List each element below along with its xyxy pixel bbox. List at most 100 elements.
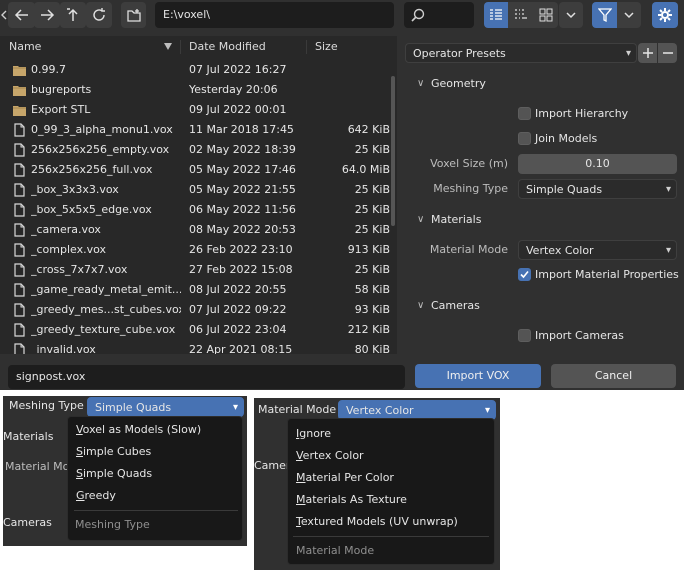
file-size: 25 KiB: [354, 203, 390, 216]
file-date: 08 May 2022 20:53: [189, 223, 296, 236]
material-mode-dropdown-open[interactable]: Vertex Color ▾: [338, 400, 496, 420]
checkmark-icon: [520, 270, 529, 279]
sort-triangle-icon: [164, 43, 172, 50]
file-row[interactable]: 0_99_3_alpha_monu1.vox 11 Mar 2018 17:45 6…: [0, 120, 394, 140]
import-material-properties-label: Import Material Properties: [535, 268, 679, 281]
file-icon: [14, 143, 25, 157]
file-date: 06 May 2022 11:56: [189, 203, 296, 216]
section-geometry[interactable]: ∨ Geometry: [397, 73, 684, 95]
file-row[interactable]: 256x256x256_full.vox 05 May 2022 17:46 64.…: [0, 160, 394, 180]
menu-item-label: imple Quads: [82, 467, 153, 480]
column-header-size[interactable]: Size: [306, 36, 386, 58]
back-arrow-icon[interactable]: [8, 2, 35, 28]
column-header-date[interactable]: Date Modified: [180, 36, 306, 58]
file-row[interactable]: _greedy_texture_cube.vox 06 Jul 2022 23:0…: [0, 320, 394, 340]
file-date: 26 Feb 2022 23:10: [189, 243, 293, 256]
file-row[interactable]: _complex.vox 26 Feb 2022 23:10 913 KiB: [0, 240, 394, 260]
vertical-list-icon[interactable]: [484, 2, 508, 28]
material-mode-label: Material Mod: [5, 460, 77, 473]
import-cameras-checkbox[interactable]: [518, 329, 531, 342]
menu-item-mnemonic: V: [76, 423, 83, 436]
parent-dir-icon[interactable]: [60, 2, 86, 28]
column-header-name[interactable]: Name: [0, 36, 180, 58]
menu-item[interactable]: Material Per Color: [296, 471, 394, 484]
menu-item[interactable]: Textured Models (UV unwrap): [296, 515, 458, 528]
import-cameras-label: Import Cameras: [535, 329, 624, 342]
chevron-down-icon: ∨: [417, 214, 425, 225]
file-date: 02 May 2022 18:39: [189, 143, 296, 156]
chevron-down-icon[interactable]: [559, 2, 583, 28]
scrollbar[interactable]: [391, 76, 395, 226]
file-browser-window: E:\voxel\ Name Date Modified Size 0.99.7…: [0, 0, 684, 390]
menu-item[interactable]: Voxel as Models (Slow): [76, 423, 201, 436]
file-icon: [14, 303, 25, 317]
thumbnails-icon[interactable]: [533, 2, 558, 28]
directory-path-field[interactable]: E:\voxel\: [155, 2, 394, 28]
gear-icon[interactable]: [652, 2, 678, 28]
filename-field[interactable]: signpost.vox: [8, 365, 405, 389]
import-material-properties-checkbox[interactable]: [518, 268, 531, 281]
menu-item-mnemonic: S: [76, 445, 83, 458]
forward-arrow-icon[interactable]: [34, 2, 60, 28]
file-icon: [14, 183, 25, 197]
import-hierarchy-checkbox[interactable]: [518, 107, 531, 120]
search-field[interactable]: [404, 2, 474, 28]
voxel-size-label: Voxel Size (m): [430, 157, 508, 170]
remove-preset-icon[interactable]: [658, 43, 677, 63]
material-mode-label: Material Mode: [258, 403, 337, 416]
folder-icon: [13, 66, 26, 76]
file-size: 58 KiB: [354, 283, 390, 296]
filter-options-chevron-icon[interactable]: [617, 2, 641, 28]
file-date: 06 Jul 2022 23:04: [189, 323, 287, 336]
file-date: 07 Jul 2022 09:22: [189, 303, 287, 316]
add-preset-icon[interactable]: [638, 43, 657, 63]
menu-hint: Material Mode: [296, 544, 375, 557]
menu-item[interactable]: Simple Quads: [76, 467, 152, 480]
section-cameras[interactable]: ∨ Cameras: [397, 295, 684, 317]
file-row[interactable]: _cross_7x7x7.vox 27 Feb 2022 15:08 25 KiB: [0, 260, 394, 280]
material-mode-menu: Ignore Vertex Color Material Per Color Mate…: [287, 418, 495, 565]
file-row[interactable]: _game_ready_metal_emit.... 08 Jul 2022 20…: [0, 280, 394, 300]
join-models-checkbox[interactable]: [518, 132, 531, 145]
file-row[interactable]: _greedy_mes...st_cubes.vox 07 Jul 2022 09…: [0, 300, 394, 320]
meshing-type-dropdown-open[interactable]: Simple Quads ▾: [87, 397, 244, 417]
meshing-type-dropdown[interactable]: Simple Quads ▾: [518, 179, 677, 199]
cancel-button[interactable]: Cancel: [551, 364, 676, 388]
cameras-section-label: Camer: [254, 459, 291, 472]
left-arrow-icon[interactable]: [0, 2, 7, 28]
file-row[interactable]: _box_5x5x5_edge.vox 06 May 2022 11:56 25 K…: [0, 200, 394, 220]
operator-presets-dropdown[interactable]: Operator Presets ▾: [405, 43, 637, 63]
menu-divider: [293, 536, 489, 537]
file-row[interactable]: 0.99.7 07 Jul 2022 16:27: [0, 60, 394, 80]
file-row[interactable]: 256x256x256_empty.vox 02 May 2022 18:39 25…: [0, 140, 394, 160]
file-row[interactable]: _box_3x3x3.vox 05 May 2022 21:55 25 KiB: [0, 180, 394, 200]
file-row[interactable]: bugreports Yesterday 20:06: [0, 80, 394, 100]
menu-item[interactable]: Ignore: [296, 427, 331, 440]
file-row[interactable]: _invalid.vox 22 Apr 2021 08:15 80 KiB: [0, 340, 394, 354]
file-size: 80 KiB: [354, 343, 390, 354]
file-icon: [14, 163, 25, 177]
menu-item-mnemonic: G: [76, 489, 85, 502]
file-name: 0_99_3_alpha_monu1.vox: [31, 123, 173, 136]
menu-item[interactable]: Vertex Color: [296, 449, 364, 462]
file-list: Name Date Modified Size 0.99.7 07 Jul 202…: [0, 36, 397, 354]
file-row[interactable]: Export STL 09 Jul 2022 00:01: [0, 100, 394, 120]
voxel-size-field[interactable]: 0.10: [518, 154, 677, 174]
search-icon: [411, 8, 425, 22]
section-materials[interactable]: ∨ Materials: [397, 209, 684, 231]
new-folder-icon[interactable]: [121, 2, 146, 28]
horizontal-list-icon[interactable]: [508, 2, 533, 28]
file-name: _box_3x3x3.vox: [31, 183, 119, 196]
file-name: 256x256x256_full.vox: [31, 163, 153, 176]
material-mode-dropdown[interactable]: Vertex Color ▾: [518, 240, 677, 260]
file-size: 642 KiB: [347, 123, 390, 136]
menu-item[interactable]: Materials As Texture: [296, 493, 407, 506]
refresh-icon[interactable]: [86, 2, 112, 28]
file-row[interactable]: _camera.vox 08 May 2022 20:53 25 KiB: [0, 220, 394, 240]
material-mode-value: Vertex Color: [346, 404, 414, 417]
menu-item[interactable]: Simple Cubes: [76, 445, 151, 458]
operator-panel: Operator Presets ▾ ∨ Geometry Import Hier…: [397, 36, 684, 354]
filter-icon[interactable]: [592, 2, 617, 28]
menu-item[interactable]: Greedy: [76, 489, 116, 502]
import-vox-button[interactable]: Import VOX: [415, 364, 541, 388]
